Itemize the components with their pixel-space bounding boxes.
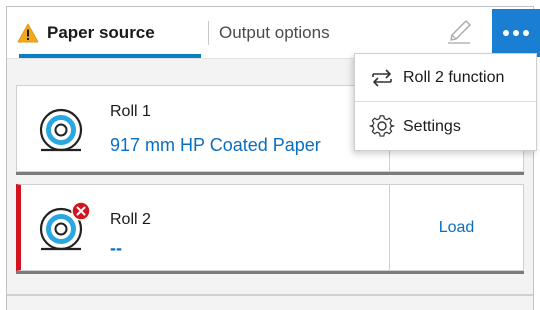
gear-icon (369, 115, 395, 137)
menu-item-settings[interactable]: Settings (355, 103, 536, 151)
roll-icon (39, 108, 83, 152)
swap-arrows-icon (372, 68, 392, 87)
tab-paper-source-label: Paper source (47, 23, 155, 42)
roll-card-2[interactable]: Roll 2 -- Load (16, 184, 524, 271)
roll-media-type: 917 mm HP Coated Paper (110, 135, 321, 155)
tab-paper-source[interactable]: Paper source (17, 7, 205, 59)
load-button-label: Load (438, 218, 475, 236)
load-button[interactable]: Load (389, 185, 523, 270)
roll-name: Roll 2 (110, 211, 151, 228)
more-options-menu: Roll 2 function Settings (354, 53, 537, 151)
app-frame: Paper source Output options Roll 1 917 m… (6, 6, 540, 310)
warning-icon (17, 23, 39, 43)
roll-name: Roll 1 (110, 103, 151, 120)
error-icon (71, 201, 91, 221)
more-horizontal-icon (503, 30, 529, 36)
edit-button[interactable] (444, 17, 474, 47)
pen-icon (448, 20, 471, 44)
tab-divider (208, 21, 209, 45)
active-tab-indicator (19, 54, 201, 58)
tab-bar: Paper source Output options (7, 7, 540, 59)
menu-item-roll-2-function[interactable]: Roll 2 function (355, 54, 536, 102)
menu-item-label: Roll 2 function (403, 68, 505, 86)
tab-output-options-label: Output options (219, 23, 330, 42)
tab-output-options[interactable]: Output options (219, 7, 330, 59)
roll-media-type: -- (110, 238, 122, 258)
menu-item-label: Settings (403, 118, 461, 135)
more-options-button[interactable] (492, 9, 540, 57)
bottom-divider (7, 294, 533, 296)
